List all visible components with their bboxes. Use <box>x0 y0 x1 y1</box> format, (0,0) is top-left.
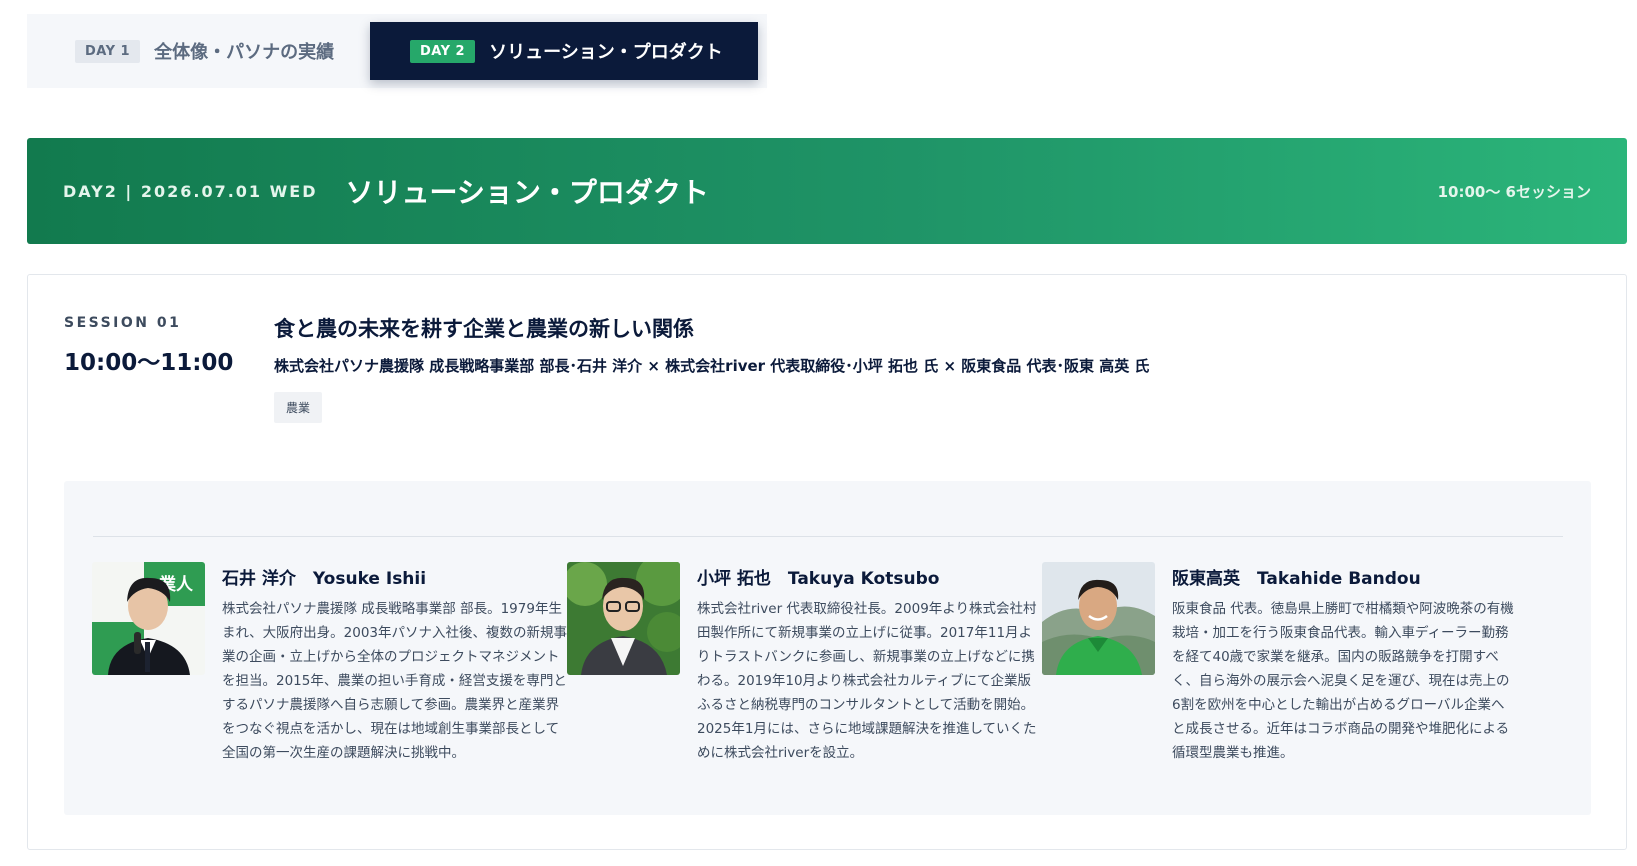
speaker-name: 石井 洋介 Yosuke Ishii <box>222 569 427 589</box>
speaker-photo <box>567 562 680 675</box>
panel-divider <box>93 536 1563 537</box>
speaker-profile: 阪東高英 Takahide Bandou 阪東食品 代表。徳島県上勝町で柑橘類や… <box>1042 562 1517 765</box>
day-banner: DAY2 | 2026.07.01 WED ソリューション・プロダクト 10:0… <box>27 138 1627 244</box>
speaker-photo <box>1042 562 1155 675</box>
banner-date: DAY2 | 2026.07.01 WED <box>63 181 318 201</box>
tab-day1-label: 全体像・パソナの実績 <box>154 42 335 63</box>
session-time: 10:00〜11:00 <box>64 350 234 376</box>
session-title: 食と農の未来を耕す企業と農業の新しい関係 <box>274 317 694 341</box>
tab-day1[interactable]: DAY 1 全体像・パソナの実績 <box>27 22 370 80</box>
session-speakers: 株式会社パソナ農援隊 成長戦略事業部 部長･石井 洋介 × 株式会社river … <box>274 357 1150 375</box>
speaker-profile: 小坪 拓也 Takuya Kotsubo 株式会社river 代表取締役社長。2… <box>567 562 1042 765</box>
tab-day2[interactable]: DAY 2 ソリューション・プロダクト <box>370 22 758 80</box>
speaker-bio: 株式会社river 代表取締役社長。2009年より株式会社村田製作所にて新規事業… <box>697 601 1037 761</box>
speaker-bio: 阪東食品 代表。徳島県上勝町で柑橘類や阿波晩茶の有機栽培・加工を行う阪東食品代表… <box>1172 601 1514 761</box>
speaker-bio: 株式会社パソナ農援隊 成長戦略事業部 部長。1979年生まれ、大阪府出身。200… <box>222 601 567 761</box>
category-tag: 農業 <box>274 392 323 423</box>
session-card: SESSION 01 10:00〜11:00 食と農の未来を耕す企業と農業の新し… <box>27 274 1627 850</box>
tab-day2-label: ソリューション・プロダクト <box>489 42 723 63</box>
banner-title: ソリューション・プロダクト <box>345 176 709 209</box>
session-label: SESSION 01 <box>64 315 182 331</box>
day2-badge: DAY 2 <box>410 39 476 63</box>
speaker-panel: 業人 石井 洋介 Yosuke Ishii 株式会社パソナ農援隊 成長戦略事業部… <box>64 481 1591 815</box>
speaker-name: 阪東高英 Takahide Bandou <box>1172 569 1421 589</box>
speaker-name: 小坪 拓也 Takuya Kotsubo <box>697 569 940 589</box>
banner-meta: 10:00〜 6セッション <box>1437 182 1591 201</box>
speaker-photo: 業人 <box>92 562 205 675</box>
day1-badge: DAY 1 <box>75 39 141 63</box>
day-tabs: DAY 1 全体像・パソナの実績 DAY 2 ソリューション・プロダクト <box>27 14 767 88</box>
speaker-profile: 業人 石井 洋介 Yosuke Ishii 株式会社パソナ農援隊 成長戦略事業部… <box>92 562 567 765</box>
